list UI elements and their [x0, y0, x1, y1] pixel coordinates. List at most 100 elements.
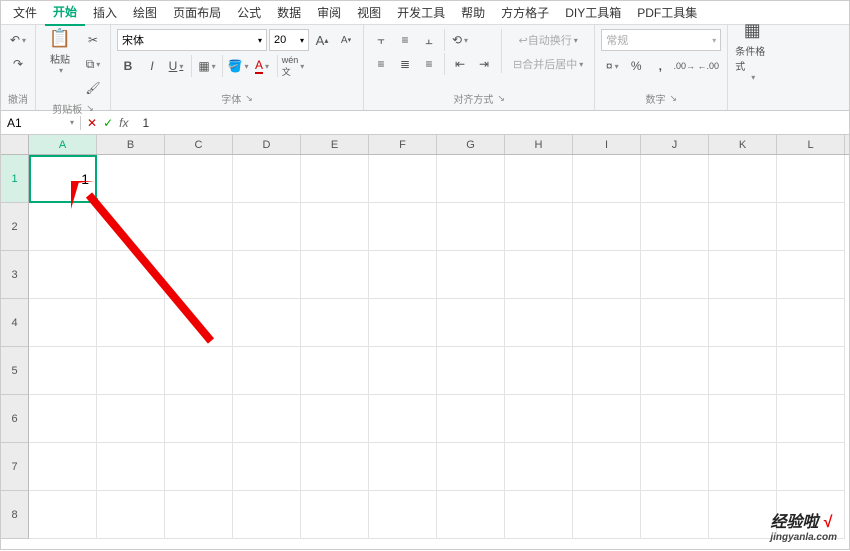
col-header[interactable]: F: [369, 135, 437, 154]
cell[interactable]: [437, 299, 505, 347]
cell[interactable]: [573, 203, 641, 251]
cell[interactable]: [369, 251, 437, 299]
dialog-launcher-icon[interactable]: ↘: [86, 103, 94, 114]
col-header[interactable]: J: [641, 135, 709, 154]
copy-button[interactable]: ⧉: [82, 53, 104, 75]
cell[interactable]: [505, 203, 573, 251]
cell[interactable]: [777, 299, 845, 347]
wrap-text-button[interactable]: ↩ 自动换行: [508, 29, 588, 51]
cell[interactable]: [505, 443, 573, 491]
menu-tab-10[interactable]: 帮助: [453, 0, 493, 25]
comma-button[interactable]: ,: [649, 55, 671, 77]
cell[interactable]: [777, 443, 845, 491]
cell[interactable]: [97, 155, 165, 203]
cell[interactable]: [437, 395, 505, 443]
conditional-format-button[interactable]: ▦ 条件格式: [734, 29, 770, 73]
cell[interactable]: [777, 395, 845, 443]
phonetic-button[interactable]: wén文: [282, 55, 304, 77]
row-header[interactable]: 7: [1, 443, 29, 491]
italic-button[interactable]: I: [141, 55, 163, 77]
menu-tab-12[interactable]: DIY工具箱: [557, 0, 629, 25]
formula-input[interactable]: 1: [134, 116, 157, 130]
menu-tab-7[interactable]: 审阅: [309, 0, 349, 25]
cell[interactable]: [301, 347, 369, 395]
cell[interactable]: 1: [29, 155, 97, 203]
cell[interactable]: [641, 347, 709, 395]
menu-tab-2[interactable]: 插入: [85, 0, 125, 25]
cell[interactable]: [777, 251, 845, 299]
cell[interactable]: [641, 203, 709, 251]
cell[interactable]: [165, 347, 233, 395]
row-header[interactable]: 8: [1, 491, 29, 539]
cell[interactable]: [777, 347, 845, 395]
cell[interactable]: [233, 491, 301, 539]
merge-button[interactable]: ⊟ 合并后居中: [508, 53, 588, 75]
font-size-select[interactable]: 20▾: [269, 29, 309, 51]
cell[interactable]: [709, 347, 777, 395]
indent-increase-button[interactable]: ⇥: [473, 53, 495, 75]
cell[interactable]: [437, 251, 505, 299]
col-header[interactable]: L: [777, 135, 845, 154]
align-left-button[interactable]: ≡: [370, 53, 392, 75]
cell[interactable]: [165, 299, 233, 347]
undo-button[interactable]: ↶: [7, 29, 29, 51]
cell[interactable]: [437, 491, 505, 539]
cell[interactable]: [505, 155, 573, 203]
cell[interactable]: [573, 491, 641, 539]
cell[interactable]: [709, 155, 777, 203]
increase-font-button[interactable]: A▴: [311, 29, 333, 51]
cell[interactable]: [29, 395, 97, 443]
increase-decimal-button[interactable]: .00→: [673, 55, 695, 77]
cell[interactable]: [369, 443, 437, 491]
cell[interactable]: [233, 443, 301, 491]
cell[interactable]: [641, 443, 709, 491]
cell[interactable]: [165, 443, 233, 491]
bold-button[interactable]: B: [117, 55, 139, 77]
cell[interactable]: [369, 299, 437, 347]
cell[interactable]: [505, 251, 573, 299]
cell[interactable]: [573, 443, 641, 491]
cell[interactable]: [97, 395, 165, 443]
decrease-decimal-button[interactable]: ←.00: [697, 55, 719, 77]
align-bottom-button[interactable]: ⫠: [418, 29, 440, 51]
cell[interactable]: [437, 203, 505, 251]
dialog-launcher-icon[interactable]: ↘: [497, 93, 505, 104]
menu-tab-13[interactable]: PDF工具集: [629, 0, 705, 25]
name-box[interactable]: A1 ▾: [1, 116, 81, 130]
redo-button[interactable]: ↷: [7, 53, 29, 75]
row-header[interactable]: 4: [1, 299, 29, 347]
select-all-corner[interactable]: [1, 135, 29, 154]
cell[interactable]: [641, 251, 709, 299]
formula-ok-button[interactable]: ✓: [103, 116, 113, 130]
fx-icon[interactable]: fx: [119, 116, 128, 130]
cell[interactable]: [777, 155, 845, 203]
col-header[interactable]: H: [505, 135, 573, 154]
underline-button[interactable]: U: [165, 55, 187, 77]
dialog-launcher-icon[interactable]: ↘: [245, 93, 253, 104]
menu-tab-3[interactable]: 绘图: [125, 0, 165, 25]
cell[interactable]: [233, 299, 301, 347]
cell[interactable]: [97, 491, 165, 539]
cell[interactable]: [709, 395, 777, 443]
cell[interactable]: [369, 203, 437, 251]
cell[interactable]: [777, 203, 845, 251]
cell[interactable]: [165, 203, 233, 251]
cell[interactable]: [641, 155, 709, 203]
cell[interactable]: [97, 203, 165, 251]
formula-cancel-button[interactable]: ✕: [87, 116, 97, 130]
cell[interactable]: [369, 491, 437, 539]
number-format-select[interactable]: 常规▾: [601, 29, 721, 51]
col-header[interactable]: K: [709, 135, 777, 154]
menu-tab-6[interactable]: 数据: [269, 0, 309, 25]
menu-tab-0[interactable]: 文件: [5, 0, 45, 25]
cell[interactable]: [369, 347, 437, 395]
cell[interactable]: [233, 347, 301, 395]
border-button[interactable]: ▦: [196, 55, 218, 77]
cell[interactable]: [709, 251, 777, 299]
cell[interactable]: [369, 395, 437, 443]
dialog-launcher-icon[interactable]: ↘: [669, 93, 677, 104]
row-header[interactable]: 5: [1, 347, 29, 395]
cell[interactable]: [301, 203, 369, 251]
cell[interactable]: [573, 251, 641, 299]
menu-tab-4[interactable]: 页面布局: [165, 0, 229, 25]
